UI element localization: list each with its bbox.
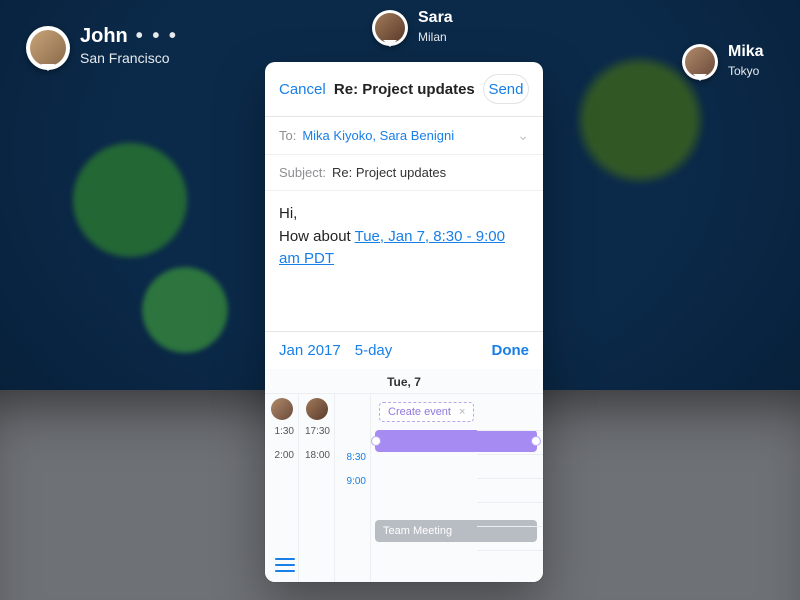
time-label: 8:30: [335, 446, 370, 470]
event-team-meeting[interactable]: Team Meeting: [375, 520, 537, 542]
subject-value: Re: Project updates: [332, 165, 446, 180]
chevron-down-icon[interactable]: ⌄: [517, 127, 529, 144]
compose-card: Cancel Re: Project updates Send To: Mika…: [265, 62, 543, 582]
tz-column-me: 8:30 9:00: [335, 394, 371, 582]
avatar-sara-small: [306, 398, 328, 420]
tz-avatar: [306, 398, 328, 420]
time-label: 2:00: [265, 444, 298, 468]
time-label: 18:00: [299, 444, 334, 468]
avatar-sara: [375, 13, 405, 43]
body-line-1: Hi,: [279, 203, 529, 226]
pin-name: Mika: [728, 44, 764, 60]
pin-sara[interactable]: Sara Milan: [372, 10, 453, 46]
pin-labels: Sara Milan: [418, 10, 453, 44]
pin-avatar: [372, 10, 408, 46]
to-label: To:: [279, 128, 296, 143]
body-line-2: How about Tue, Jan 7, 8:30 - 9:00 am PDT: [279, 226, 529, 271]
avatar-mika: [685, 47, 715, 77]
menu-icon[interactable]: [275, 558, 295, 572]
recipients: Mika Kiyoko, Sara Benigni: [302, 128, 511, 143]
month-picker[interactable]: Jan 2017: [279, 342, 341, 359]
compose-title: Re: Project updates: [334, 81, 475, 98]
avatar-john: [30, 30, 66, 66]
event-proposed[interactable]: [375, 430, 537, 452]
pin-labels: John• • • San Francisco: [80, 26, 178, 66]
compose-header: Cancel Re: Project updates Send: [265, 62, 543, 117]
create-event-label: Create event: [388, 406, 451, 418]
compose-body[interactable]: Hi, How about Tue, Jan 7, 8:30 - 9:00 am…: [265, 191, 543, 331]
calendar-toolbar: Jan 2017 5-day Done: [265, 331, 543, 369]
calendar-day-header: Tue, 7: [265, 369, 543, 394]
create-event-chip[interactable]: Create event ×: [379, 402, 474, 422]
tz-avatar: [271, 398, 293, 420]
calendar-gridlines: [477, 394, 543, 582]
pin-city: Milan: [418, 30, 453, 44]
cancel-button[interactable]: Cancel: [279, 81, 326, 98]
pin-name: John• • •: [80, 26, 178, 46]
send-button[interactable]: Send: [483, 74, 529, 104]
pin-name: Sara: [418, 10, 453, 26]
typing-indicator-icon: • • •: [136, 25, 178, 47]
calendar: Tue, 7 1:30 2:00 17:30 18:00 8:30 9:00: [265, 369, 543, 582]
pin-city: Tokyo: [728, 64, 764, 78]
pin-labels: Mika Tokyo: [728, 44, 764, 78]
calendar-grid[interactable]: 1:30 2:00 17:30 18:00 8:30 9:00 Create e…: [265, 394, 543, 582]
pin-avatar: [26, 26, 70, 70]
tz-column-mika: 1:30 2:00: [265, 394, 299, 582]
pin-mika[interactable]: Mika Tokyo: [682, 44, 764, 80]
done-button[interactable]: Done: [492, 342, 530, 359]
calendar-day-column[interactable]: Create event × Team Meeting: [371, 394, 543, 582]
time-label: 17:30: [299, 420, 334, 444]
time-label: 9:00: [335, 470, 370, 494]
subject-row[interactable]: Subject: Re: Project updates: [265, 155, 543, 191]
pin-city: San Francisco: [80, 50, 178, 66]
tz-column-sara: 17:30 18:00: [299, 394, 335, 582]
avatar-mika-small: [271, 398, 293, 420]
pin-avatar: [682, 44, 718, 80]
subject-label: Subject:: [279, 165, 326, 180]
close-icon[interactable]: ×: [459, 406, 465, 418]
range-picker[interactable]: 5-day: [355, 342, 393, 359]
time-label: 1:30: [265, 420, 298, 444]
pin-john[interactable]: John• • • San Francisco: [26, 26, 178, 70]
recipients-row[interactable]: To: Mika Kiyoko, Sara Benigni ⌄: [265, 117, 543, 155]
